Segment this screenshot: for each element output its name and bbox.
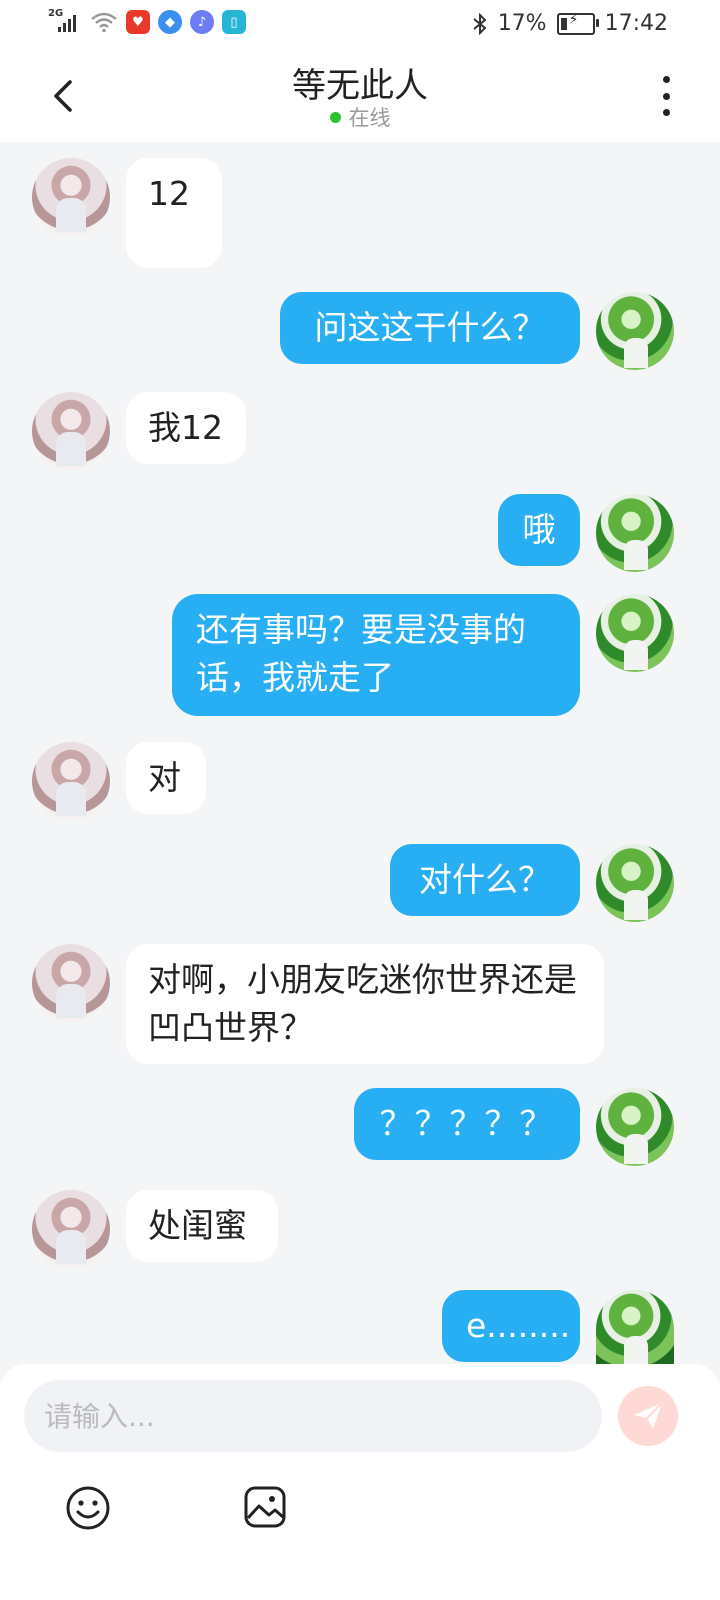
online-dot-icon bbox=[329, 111, 341, 123]
composer bbox=[0, 1364, 720, 1600]
online-status-label: 在线 bbox=[348, 106, 391, 130]
battery-percent: 17% bbox=[497, 11, 547, 36]
incoming-message[interactable]: 处闺蜜 bbox=[126, 1190, 278, 1262]
more-options-button[interactable] bbox=[658, 76, 674, 116]
chat-title: 等无此人 bbox=[292, 66, 428, 106]
contact-avatar[interactable] bbox=[32, 742, 110, 820]
send-icon bbox=[634, 1402, 663, 1429]
app-notification-icon: ♥ bbox=[126, 10, 150, 34]
wifi-icon bbox=[91, 12, 117, 33]
user-avatar[interactable] bbox=[596, 494, 674, 572]
send-button[interactable] bbox=[618, 1386, 678, 1446]
app-notification-icon: ◆ bbox=[158, 10, 182, 34]
reader-app-icon: ▯ bbox=[222, 10, 246, 34]
more-vertical-icon bbox=[662, 76, 670, 83]
music-app-icon: ♪ bbox=[190, 10, 214, 34]
incoming-message[interactable]: 对啊，小朋友吃迷你世界还是凹凸世界？ bbox=[126, 944, 604, 1064]
incoming-message[interactable]: 12 bbox=[126, 158, 222, 268]
outgoing-message[interactable]: 还有事吗？要是没事的话，我就走了 bbox=[172, 594, 580, 716]
chat-header: 等无此人 在线 bbox=[0, 50, 720, 142]
incoming-message[interactable]: 对 bbox=[126, 742, 206, 814]
contact-avatar[interactable] bbox=[32, 1190, 110, 1268]
image-button[interactable] bbox=[242, 1484, 288, 1530]
emoji-button[interactable] bbox=[64, 1484, 112, 1532]
contact-avatar[interactable] bbox=[32, 392, 110, 470]
battery-charging-icon: ⚡ bbox=[556, 12, 599, 35]
outgoing-message[interactable]: e........ bbox=[442, 1290, 580, 1362]
image-icon bbox=[244, 1486, 286, 1528]
contact-avatar[interactable] bbox=[32, 944, 110, 1022]
user-avatar[interactable] bbox=[596, 292, 674, 370]
clock: 17:42 bbox=[604, 11, 668, 36]
message-input[interactable] bbox=[24, 1380, 602, 1452]
user-avatar[interactable] bbox=[596, 1290, 674, 1364]
emoji-icon bbox=[66, 1486, 110, 1530]
incoming-message[interactable]: 我12 bbox=[126, 392, 246, 464]
status-bar-left: 2G ♥ ◆ ♪ ▯ bbox=[48, 8, 246, 34]
online-status: 在线 bbox=[0, 102, 720, 132]
outgoing-message[interactable]: ？？？？？ bbox=[354, 1088, 580, 1160]
contact-avatar[interactable] bbox=[32, 158, 110, 236]
user-avatar[interactable] bbox=[596, 844, 674, 922]
status-bar-right: 17% ⚡ 17:42 bbox=[472, 11, 668, 36]
outgoing-message[interactable]: 哦 bbox=[498, 494, 580, 566]
outgoing-message[interactable]: 对什么？ bbox=[390, 844, 580, 916]
user-avatar[interactable] bbox=[596, 594, 674, 672]
bluetooth-icon bbox=[473, 12, 487, 35]
status-bar: 2G ♥ ◆ ♪ ▯ 17% ⚡ 17:42 bbox=[0, 0, 720, 50]
outgoing-message[interactable]: 问这这干什么？ bbox=[280, 292, 580, 364]
user-avatar[interactable] bbox=[596, 1088, 674, 1166]
cellular-signal-icon: 2G bbox=[48, 8, 82, 34]
